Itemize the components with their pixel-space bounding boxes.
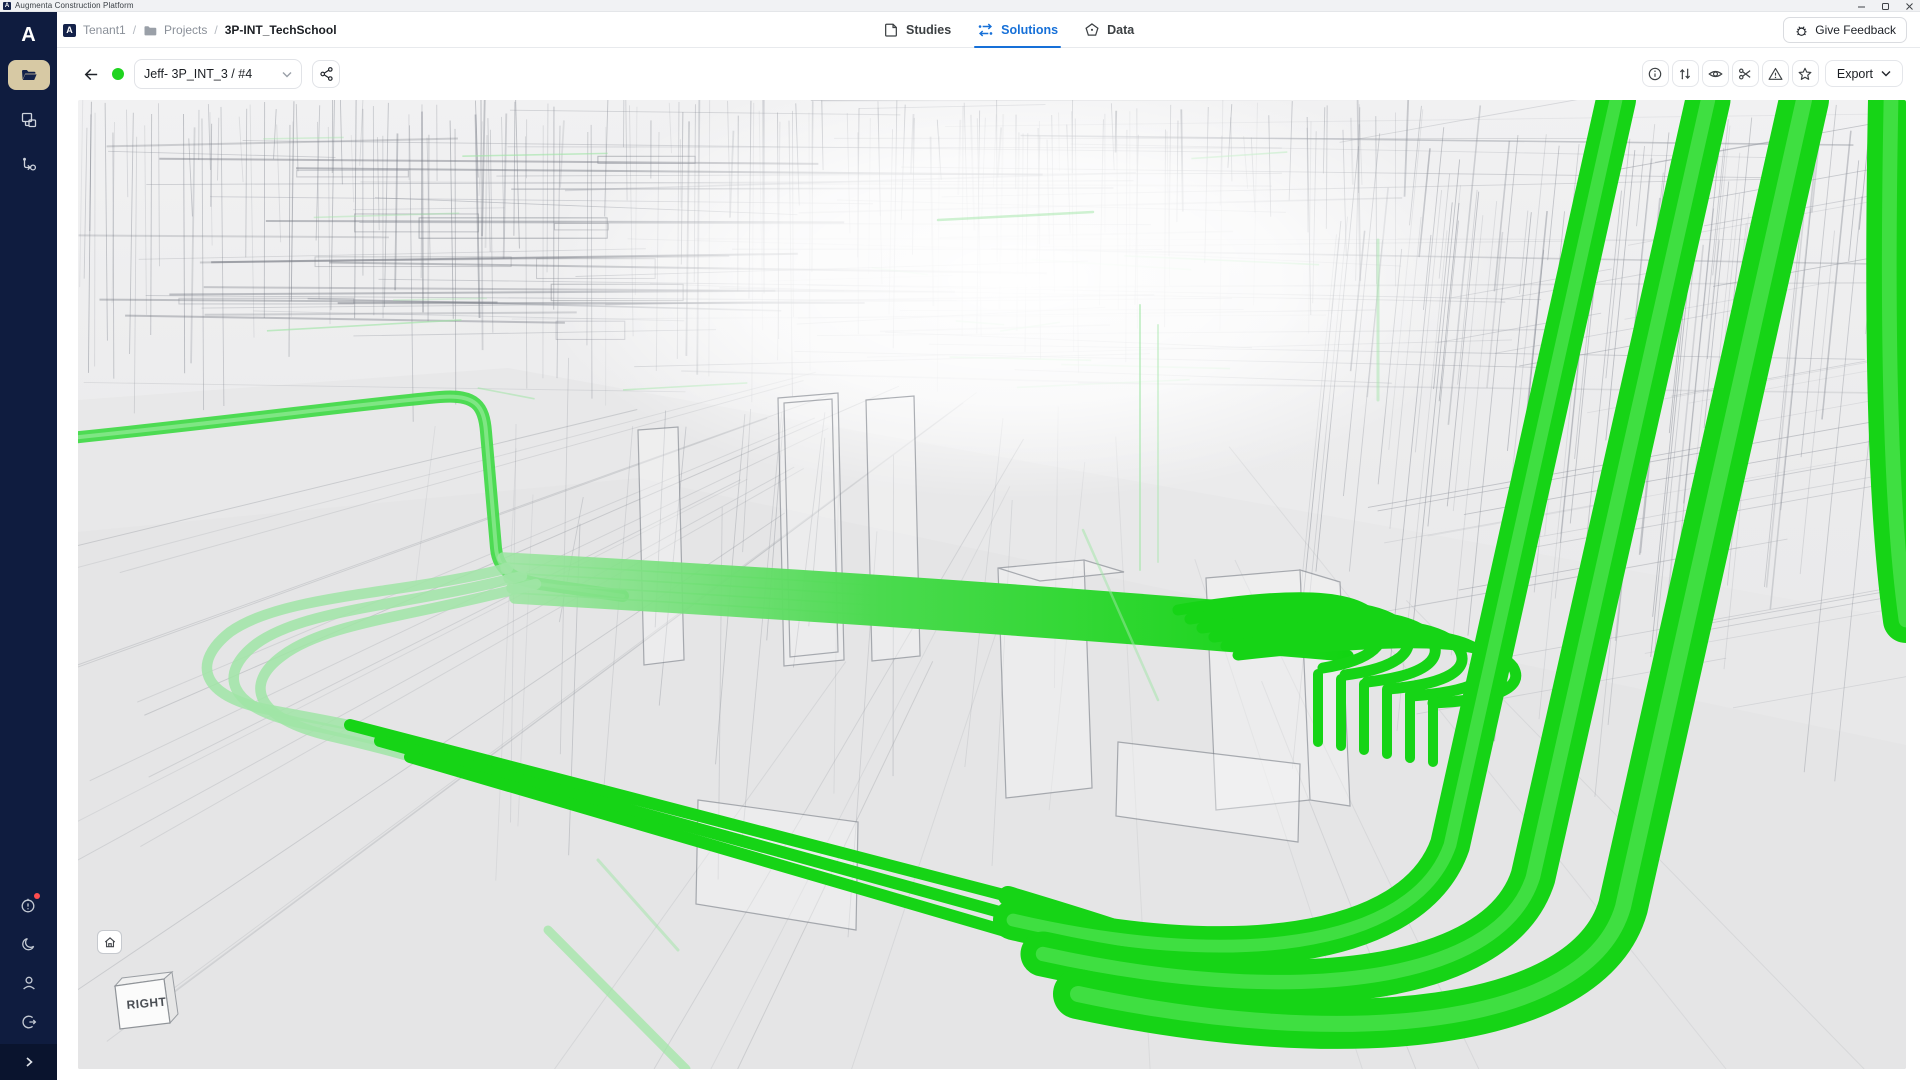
- bug-icon: [1794, 23, 1809, 38]
- viewer-toolbar: Jeff- 3P_INT_3 / #4: [57, 48, 1920, 100]
- arrow-left-icon: [83, 66, 100, 83]
- data-icon: [1084, 22, 1100, 38]
- app-header: A Tenant1 / Projects / 3P-INT_TechSchool…: [57, 12, 1920, 48]
- breadcrumb-project-name: 3P-INT_TechSchool: [225, 23, 337, 37]
- route-icon: [977, 22, 994, 38]
- sidebar-logo: A: [0, 24, 57, 47]
- favorite-icon: [1797, 66, 1813, 82]
- section-cut-button[interactable]: [1732, 60, 1759, 87]
- sidebar-top-nav: [0, 60, 57, 180]
- viewport-3d[interactable]: RIGHT: [78, 100, 1906, 1069]
- viewer-toolbar-left: Jeff- 3P_INT_3 / #4: [80, 59, 340, 89]
- bim-scene: [78, 100, 1906, 1069]
- give-feedback-label: Give Feedback: [1815, 23, 1896, 37]
- give-feedback-button[interactable]: Give Feedback: [1783, 17, 1907, 43]
- breadcrumb-projects[interactable]: Projects: [164, 23, 207, 37]
- tab-label: Solutions: [1001, 23, 1058, 37]
- logout-icon: [20, 1013, 38, 1031]
- maximize-icon[interactable]: [1880, 1, 1890, 11]
- folder-icon: [143, 24, 157, 37]
- sort-icon: [1677, 66, 1693, 82]
- chevron-right-icon: [22, 1055, 36, 1069]
- minimize-icon[interactable]: [1856, 1, 1866, 11]
- sort-button[interactable]: [1672, 60, 1699, 87]
- sidebar-item-notifications[interactable]: [17, 893, 41, 917]
- warning-button[interactable]: [1762, 60, 1789, 87]
- breadcrumb-tenant[interactable]: Tenant1: [83, 23, 126, 37]
- tab-label: Data: [1107, 23, 1134, 37]
- solution-status-dot: [112, 68, 124, 80]
- solution-selector[interactable]: Jeff- 3P_INT_3 / #4: [134, 59, 302, 89]
- workflow-icon: [20, 156, 38, 174]
- info-button[interactable]: [1642, 60, 1669, 87]
- chevron-down-icon: [1881, 70, 1891, 77]
- sidebar-item-workflows[interactable]: [8, 150, 50, 180]
- notification-badge: [34, 893, 40, 899]
- visibility-button[interactable]: [1702, 60, 1729, 87]
- chevron-down-icon: [282, 71, 292, 78]
- sidebar-expand-button[interactable]: [0, 1044, 57, 1080]
- export-label: Export: [1837, 67, 1873, 81]
- export-button[interactable]: Export: [1825, 60, 1903, 87]
- sidebar: A: [0, 12, 57, 1080]
- close-icon[interactable]: [1904, 1, 1914, 11]
- share-button[interactable]: [312, 60, 340, 88]
- app-logo-icon: A: [3, 2, 11, 10]
- view-cube[interactable]: RIGHT: [104, 966, 190, 1038]
- share-icon: [319, 66, 334, 82]
- sidebar-bottom-nav: [0, 893, 57, 1034]
- sidebar-item-projects[interactable]: [8, 60, 50, 90]
- breadcrumb-separator: /: [133, 23, 136, 37]
- note-icon: [883, 22, 899, 38]
- section-cut-icon: [1737, 66, 1753, 82]
- back-button[interactable]: [80, 63, 102, 85]
- apps-icon: [20, 111, 38, 129]
- sidebar-item-logout[interactable]: [17, 1010, 41, 1034]
- solution-selector-value: Jeff- 3P_INT_3 / #4: [144, 67, 252, 81]
- folder-icon: [20, 67, 38, 83]
- os-title-bar: A Augmenta Construction Platform: [0, 0, 1920, 12]
- tab-solutions[interactable]: Solutions: [977, 12, 1058, 48]
- viewer-toolbar-right: Export: [1642, 60, 1903, 87]
- home-icon: [103, 936, 117, 949]
- visibility-icon: [1707, 66, 1724, 82]
- app-title: Augmenta Construction Platform: [15, 1, 134, 10]
- main-tabs: Studies Solutions Data: [883, 12, 1134, 48]
- sidebar-item-apps[interactable]: [8, 105, 50, 135]
- user-icon: [20, 974, 38, 992]
- tab-label: Studies: [906, 23, 951, 37]
- sidebar-item-account[interactable]: [17, 971, 41, 995]
- home-view-button[interactable]: [97, 930, 122, 954]
- moon-icon: [20, 935, 38, 953]
- tenant-logo-icon: A: [63, 24, 76, 37]
- info-icon: [1647, 66, 1663, 82]
- breadcrumb-separator: /: [214, 23, 217, 37]
- tab-data[interactable]: Data: [1084, 12, 1134, 48]
- tab-studies[interactable]: Studies: [883, 12, 951, 48]
- favorite-button[interactable]: [1792, 60, 1819, 87]
- window-controls: [1856, 0, 1914, 12]
- sidebar-item-dark-mode[interactable]: [17, 932, 41, 956]
- breadcrumb: A Tenant1 / Projects / 3P-INT_TechSchool: [63, 12, 337, 48]
- warning-icon: [1767, 66, 1784, 82]
